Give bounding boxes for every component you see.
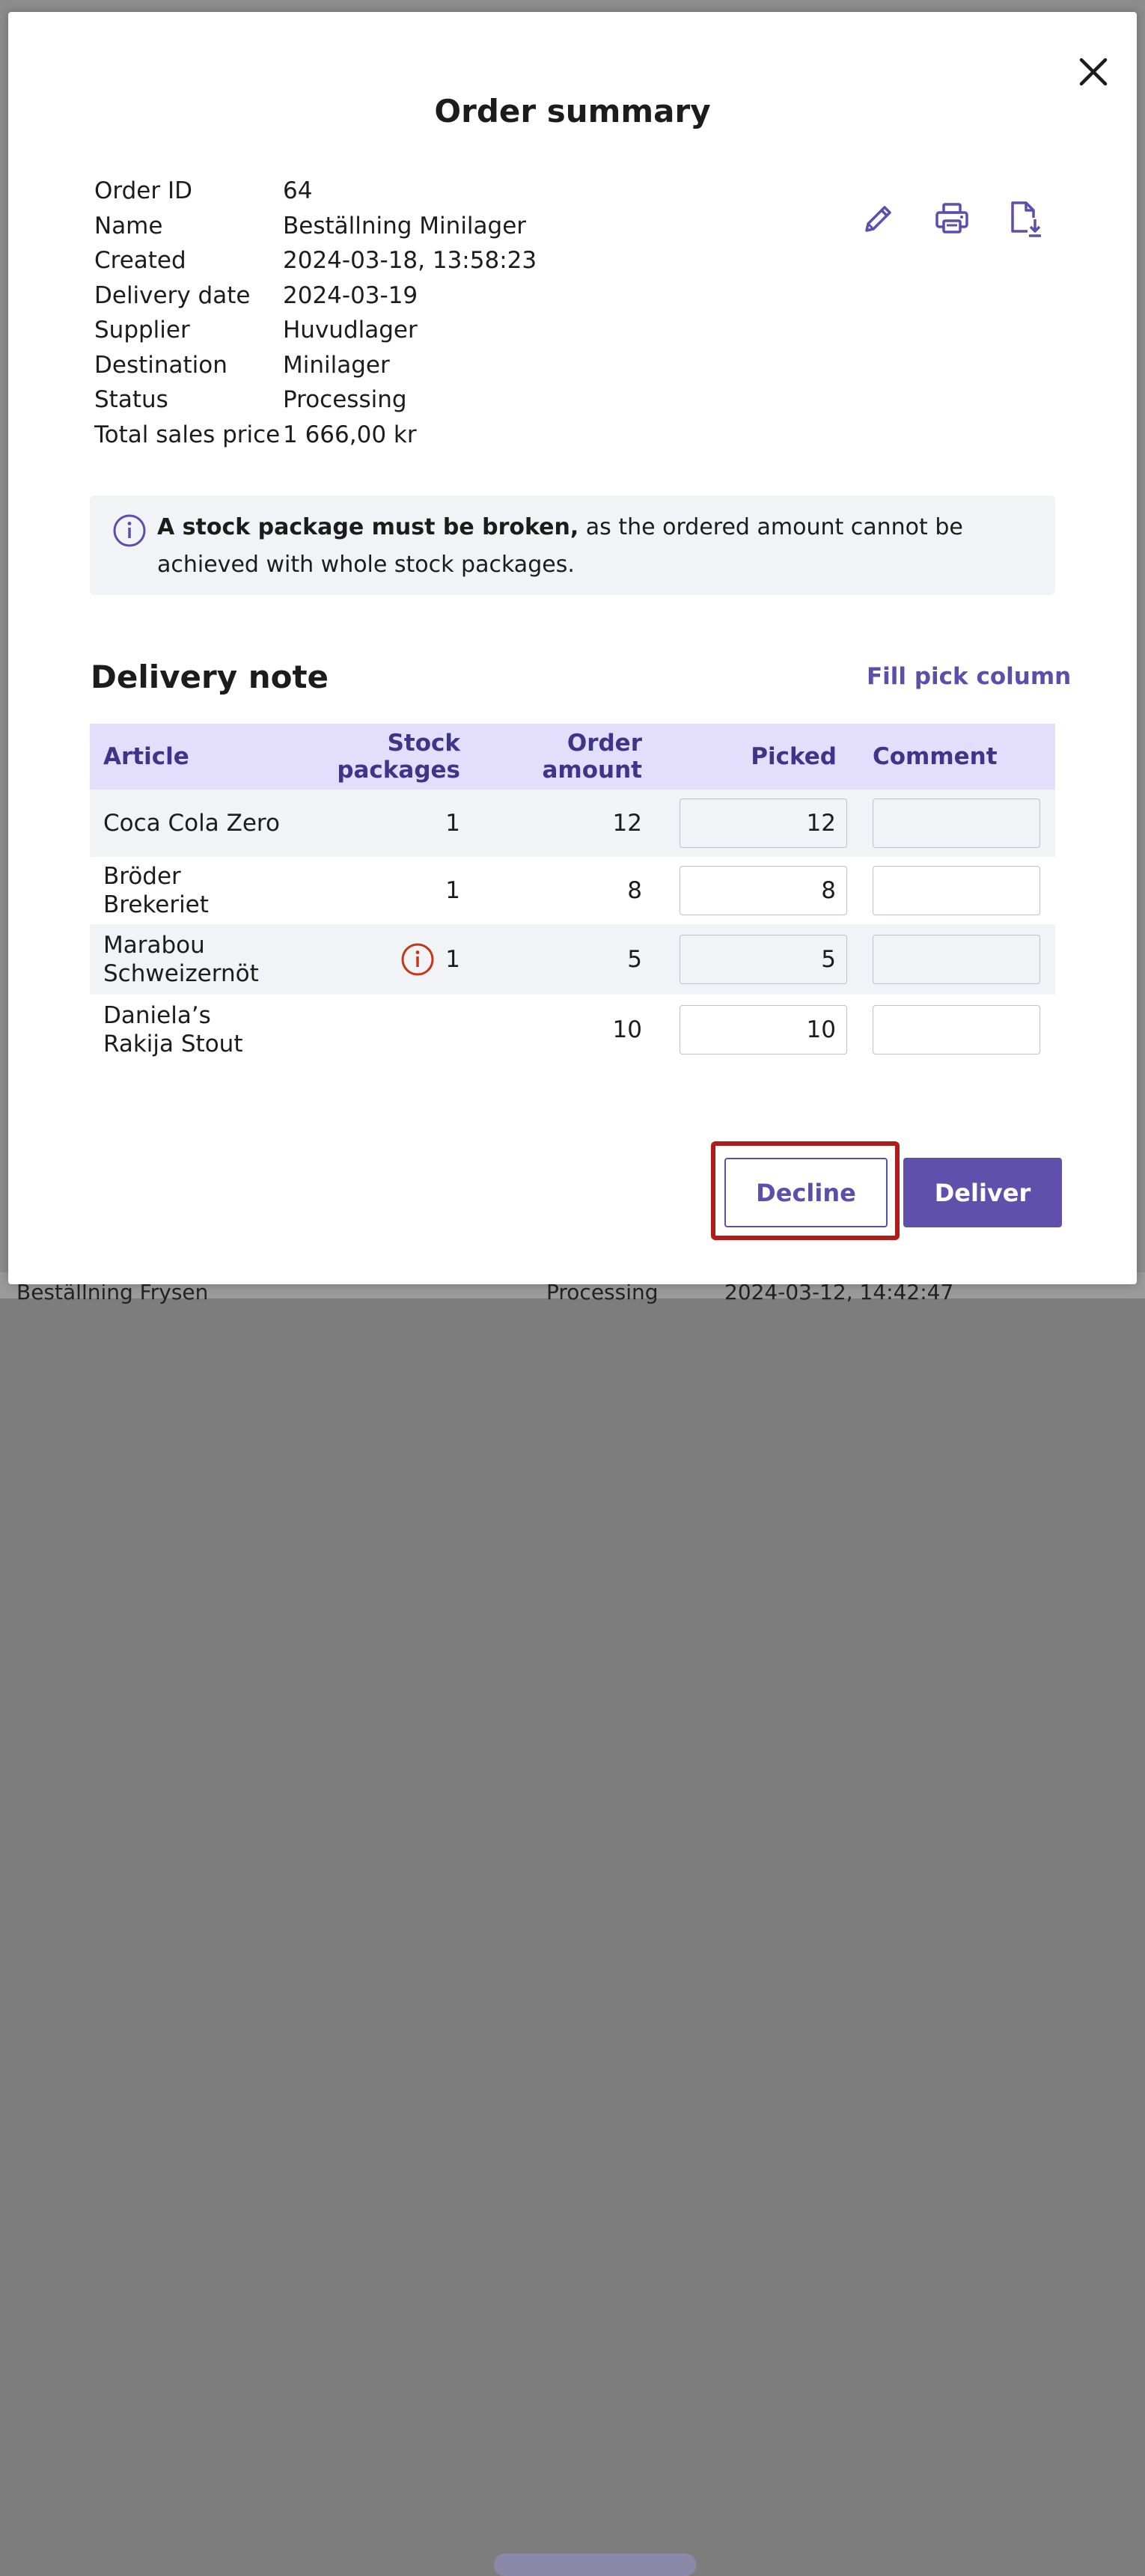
pencil-icon <box>865 206 891 232</box>
column-header-order-amount: Order amount <box>542 730 642 784</box>
article-name: Daniela’s Rakija Stout <box>103 1002 243 1057</box>
printer-icon <box>935 203 968 234</box>
detail-value: 2024-03-18, 13:58:23 <box>283 247 537 275</box>
detail-value: Processing <box>283 386 407 414</box>
detail-row-status: Status Processing <box>94 382 537 418</box>
table-row: Marabou Schweizernöt 1 5 <box>90 924 1055 995</box>
table-row: Bröder Brekeriet 1 8 <box>90 857 1055 924</box>
order-amount: 12 <box>612 810 642 837</box>
picked-input[interactable] <box>680 799 847 848</box>
order-summary-modal: Order summary Order ID 64 Name Beställni… <box>8 12 1137 1284</box>
picked-input[interactable] <box>680 1005 847 1054</box>
detail-value: 64 <box>283 177 313 205</box>
picked-cell <box>651 935 847 984</box>
detail-label: Delivery date <box>94 281 251 309</box>
detail-value: 2024-03-19 <box>283 281 418 309</box>
stock-packages-value: 1 <box>445 810 460 837</box>
column-header-stock-packages: Stock packages <box>337 730 460 784</box>
detail-row-supplier: Supplier Huvudlager <box>94 313 537 348</box>
detail-label: Status <box>94 386 168 414</box>
order-amount: 10 <box>612 1016 642 1043</box>
comment-input[interactable] <box>873 866 1040 915</box>
comment-input[interactable] <box>873 799 1040 848</box>
detail-value: Minilager <box>283 351 390 379</box>
decline-button[interactable]: Decline <box>724 1158 888 1227</box>
comment-cell <box>847 1005 1055 1054</box>
article-name: Bröder Brekeriet <box>103 863 209 918</box>
picked-cell <box>651 866 847 915</box>
column-header-article: Article <box>103 743 189 770</box>
stock-packages-value: 1 <box>445 946 460 973</box>
info-message-bold: A stock package must be broken, <box>157 514 579 540</box>
order-amount: 5 <box>627 946 642 973</box>
column-header-picked: Picked <box>751 743 837 770</box>
detail-row-total-sales-price: Total sales price 1 666,00 kr <box>94 418 537 453</box>
background-status-badge <box>494 2554 696 2576</box>
modal-title: Order summary <box>434 93 711 129</box>
order-details: Order ID 64 Name Beställning Minilager C… <box>94 174 537 452</box>
detail-row-delivery-date: Delivery date 2024-03-19 <box>94 278 537 314</box>
table-row: Daniela’s Rakija Stout 10 <box>90 995 1055 1065</box>
detail-value: 1 666,00 kr <box>283 421 417 448</box>
detail-label: Created <box>94 247 186 275</box>
picked-input[interactable] <box>680 935 847 984</box>
picked-cell <box>651 1005 847 1054</box>
order-actions <box>858 198 1078 239</box>
info-icon <box>112 513 147 551</box>
comment-cell <box>847 935 1055 984</box>
download-file-button[interactable] <box>1004 198 1046 239</box>
order-amount: 8 <box>627 877 642 904</box>
table-row: Coca Cola Zero 1 12 <box>90 790 1055 857</box>
detail-value: Huvudlager <box>283 317 418 344</box>
close-button[interactable] <box>1071 49 1116 94</box>
fill-pick-column-link[interactable]: Fill pick column <box>867 663 1071 690</box>
print-button[interactable] <box>931 198 973 239</box>
comment-cell <box>847 799 1055 848</box>
delivery-note-title: Delivery note <box>91 659 329 695</box>
delivery-note-table: Article Stock packages Order amount Pick… <box>90 724 1055 1065</box>
warning-icon[interactable] <box>400 942 435 977</box>
detail-row-order-id: Order ID 64 <box>94 174 537 209</box>
close-icon <box>1079 58 1108 86</box>
edit-button[interactable] <box>858 198 900 239</box>
table-header: Article Stock packages Order amount Pick… <box>90 724 1055 790</box>
stock-package-info-box: A stock package must be broken, as the o… <box>90 495 1055 595</box>
comment-input[interactable] <box>873 935 1040 984</box>
detail-row-created: Created 2024-03-18, 13:58:23 <box>94 243 537 278</box>
comment-cell <box>847 866 1055 915</box>
detail-label: Supplier <box>94 317 190 344</box>
info-message: A stock package must be broken, as the o… <box>157 509 1018 584</box>
detail-value: Beställning Minilager <box>283 212 527 239</box>
detail-label: Total sales price <box>94 421 281 448</box>
detail-label: Name <box>94 212 163 239</box>
stock-packages-cell: 1 <box>288 942 469 977</box>
detail-row-name: Name Beställning Minilager <box>94 209 537 244</box>
detail-label: Destination <box>94 351 228 379</box>
picked-cell <box>651 799 847 848</box>
stock-packages-value: 1 <box>445 877 460 904</box>
stock-packages-cell: 1 <box>288 810 469 837</box>
deliver-button[interactable]: Deliver <box>903 1158 1062 1227</box>
detail-label: Order ID <box>94 177 192 205</box>
stock-packages-cell: 1 <box>288 877 469 904</box>
article-name: Coca Cola Zero <box>103 810 280 837</box>
article-name: Marabou Schweizernöt <box>103 932 259 987</box>
detail-row-destination: Destination Minilager <box>94 348 537 383</box>
comment-input[interactable] <box>873 1005 1040 1054</box>
column-header-comment: Comment <box>873 743 998 770</box>
file-download-icon <box>1011 201 1041 237</box>
picked-input[interactable] <box>680 866 847 915</box>
